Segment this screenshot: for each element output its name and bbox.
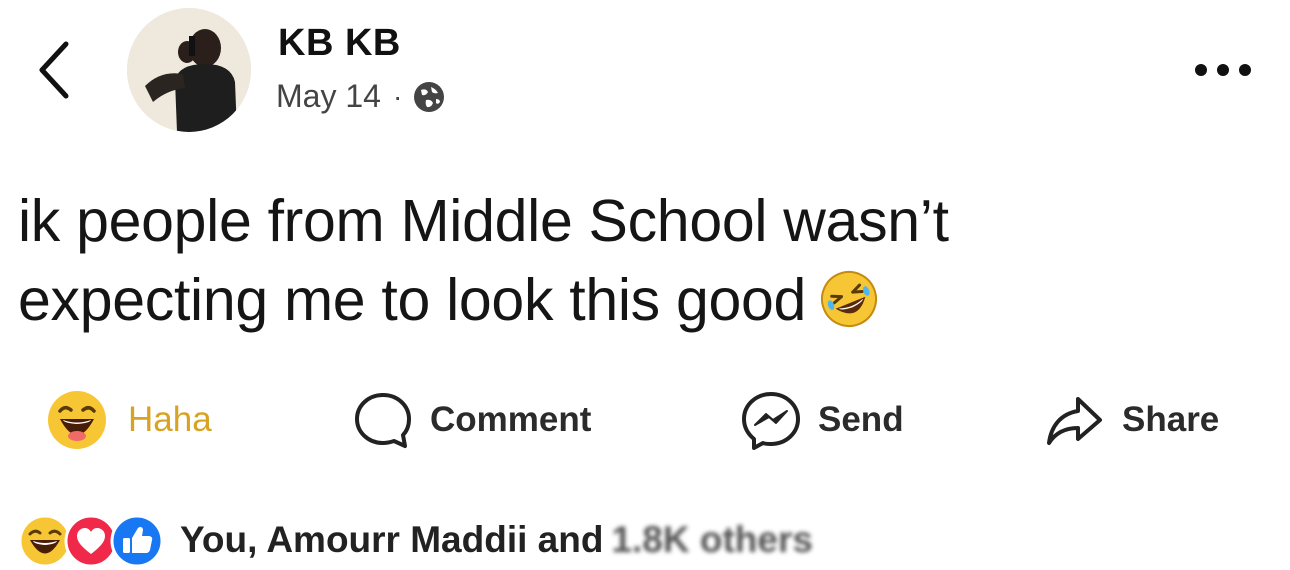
reactions-names: You, Amourr Maddii and (180, 519, 604, 560)
share-label: Share (1122, 400, 1220, 439)
send-label: Send (818, 400, 904, 439)
globe-icon (414, 81, 445, 112)
reaction-icons (18, 512, 168, 568)
comment-button[interactable]: Comment (352, 385, 591, 455)
send-button[interactable]: Send (740, 385, 904, 455)
post-date[interactable]: May 14 (276, 78, 381, 115)
haha-emoji-icon (48, 391, 106, 449)
like-icon (110, 514, 164, 568)
haha-reaction-button[interactable]: Haha (46, 385, 212, 455)
avatar[interactable] (127, 8, 251, 132)
more-options-icon[interactable] (1192, 60, 1254, 80)
reactions-others-count: 1.8K others (611, 519, 813, 560)
post-text: ik people from Middle School wasn’t expe… (18, 182, 1198, 340)
comment-icon (355, 393, 411, 448)
author-name[interactable]: KB KB (278, 22, 401, 65)
action-bar: Haha Comment Send Share (0, 385, 1290, 455)
comment-label: Comment (430, 400, 592, 439)
share-button[interactable]: Share (1044, 385, 1219, 455)
haha-label: Haha (128, 400, 212, 439)
reactions-summary[interactable]: You, Amourr Maddii and 1.8K others (18, 510, 813, 570)
messenger-icon (742, 392, 800, 450)
avatar-photo (127, 8, 251, 132)
post-meta: May 14 · (276, 78, 446, 115)
back-button[interactable] (30, 38, 78, 102)
post-text-body: ik people from Middle School wasn’t expe… (18, 188, 949, 333)
rolling-on-floor-laughing-emoji (821, 271, 877, 327)
reactions-summary-text: You, Amourr Maddii and 1.8K others (180, 519, 813, 561)
share-icon (1047, 397, 1102, 445)
meta-separator: · (392, 80, 403, 112)
